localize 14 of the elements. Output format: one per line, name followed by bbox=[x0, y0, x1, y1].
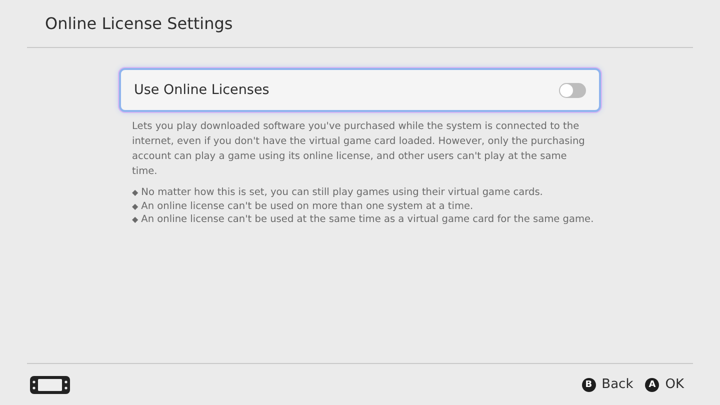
footer-button[interactable]: A OK bbox=[645, 377, 684, 392]
toggle-switch[interactable] bbox=[559, 82, 586, 98]
diamond-bullet: ◆ bbox=[132, 187, 138, 199]
diamond-bullet: ◆ bbox=[132, 200, 138, 212]
note-text: An online license can't be used at the same time as a virtual game card for the same game. bbox=[141, 213, 594, 226]
handheld-console-icon bbox=[30, 376, 70, 394]
setting-row[interactable]: Use Online Licenses bbox=[119, 68, 601, 112]
setting-label: Use Online Licenses bbox=[134, 82, 270, 98]
description-text: Lets you play downloaded software you've purchased while the system is connected to the internet, even if you don't have the virtual game card loaded. However, only the purchasing account can play a game using its online license, and other users can't play at the same time. bbox=[132, 120, 586, 179]
note-text: An online license can't be used on more than one system at a time. bbox=[141, 200, 474, 213]
page-title: Online License Settings bbox=[45, 14, 233, 33]
footer-button[interactable]: B Back bbox=[582, 377, 634, 392]
note-text: No matter how this is set, you can still play games using their virtual game cards. bbox=[141, 186, 543, 200]
diamond-bullet: ◆ bbox=[132, 214, 138, 226]
